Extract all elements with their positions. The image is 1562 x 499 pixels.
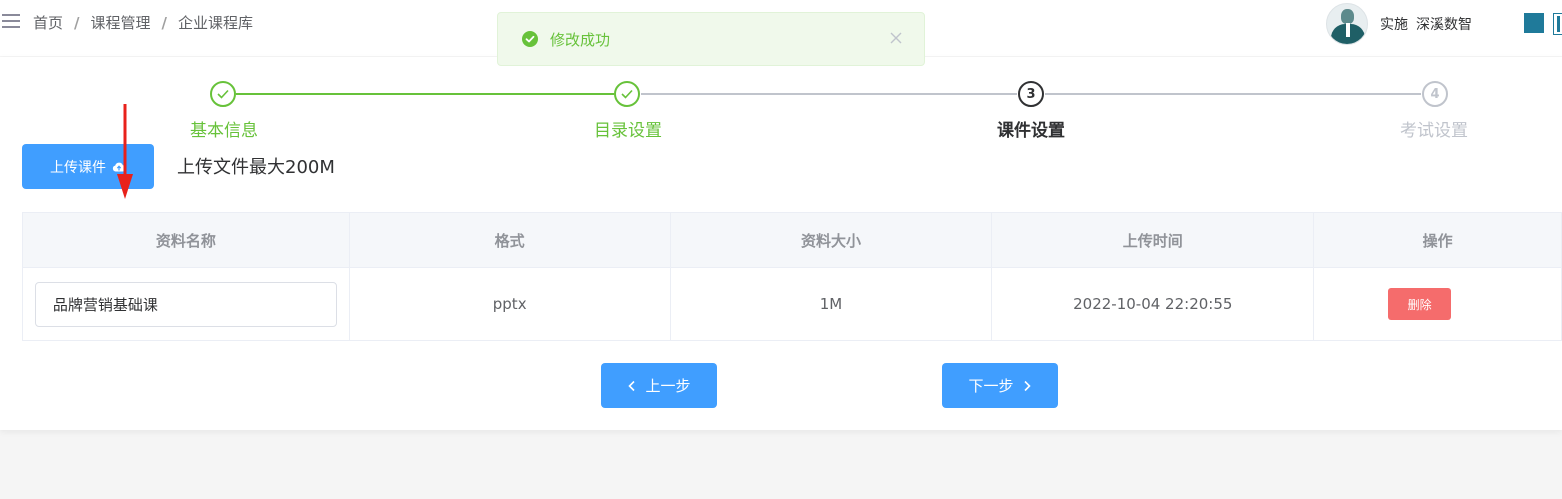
step-connector: [236, 93, 614, 95]
step-3-icon: 3: [1018, 81, 1044, 107]
step-connector: [641, 93, 1017, 95]
menu-icon[interactable]: [2, 14, 20, 30]
table-row: pptx 1M 2022-10-04 22:20:55 删除: [23, 268, 1562, 341]
prev-step-label: 上一步: [645, 377, 691, 395]
breadcrumb-separator: /: [161, 13, 167, 32]
fullscreen-icon[interactable]: [1553, 13, 1562, 35]
breadcrumb-separator: /: [74, 13, 80, 32]
step-1-icon: [210, 81, 236, 107]
step-1-title: 基本信息: [190, 121, 258, 141]
breadcrumb: 首页 / 课程管理 / 企业课程库: [33, 12, 253, 33]
step-connector: [1045, 93, 1421, 95]
step-3-title: 课件设置: [997, 121, 1065, 141]
table-header-row: 资料名称 格式 资料大小 上传时间 操作: [23, 213, 1562, 268]
cell-size: 1M: [670, 268, 993, 341]
close-icon[interactable]: [888, 30, 904, 46]
column-header-upload-time: 上传时间: [992, 213, 1315, 268]
toast-message: 修改成功: [550, 30, 611, 49]
next-step-label: 下一步: [968, 377, 1014, 395]
check-circle-icon: [522, 31, 538, 47]
column-header-format: 格式: [349, 213, 671, 268]
next-step-button[interactable]: 下一步: [942, 363, 1058, 408]
user-name: 实施: [1380, 17, 1408, 33]
cell-name: [23, 268, 350, 341]
step-2-title: 目录设置: [594, 121, 662, 141]
step-4-title: 考试设置: [1400, 121, 1468, 141]
prev-step-button[interactable]: 上一步: [601, 363, 717, 408]
upload-size-hint: 上传文件最大200M: [177, 157, 335, 178]
step-4-icon: 4: [1422, 81, 1448, 107]
success-toast: 修改成功: [497, 12, 925, 66]
course-edit-card: 基本信息 目录设置 3 课件设置 4 考试设置 上传课件 上传文件最大200M …: [0, 57, 1562, 430]
user-org: 深溪数智: [1416, 17, 1472, 33]
theme-toggle-icon[interactable]: [1524, 13, 1544, 33]
step-2-icon: [614, 81, 640, 107]
chevron-right-icon: [1023, 380, 1031, 391]
material-name-input[interactable]: [34, 281, 337, 327]
cell-format: pptx: [349, 268, 671, 341]
column-header-size: 资料大小: [670, 213, 993, 268]
cell-upload-time: 2022-10-04 22:20:55: [992, 268, 1315, 341]
breadcrumb-item-course-management[interactable]: 课程管理: [91, 12, 151, 33]
upload-button-label: 上传课件: [50, 159, 106, 176]
cell-actions: 删除: [1314, 268, 1562, 341]
chevron-left-icon: [628, 380, 636, 391]
avatar[interactable]: [1326, 3, 1368, 45]
column-header-name: 资料名称: [23, 213, 350, 268]
annotation-arrow-icon: [117, 104, 133, 199]
delete-button[interactable]: 删除: [1388, 288, 1452, 320]
breadcrumb-item-course-library: 企业课程库: [178, 14, 254, 32]
breadcrumb-item-home[interactable]: 首页: [33, 12, 63, 33]
courseware-table: 资料名称 格式 资料大小 上传时间 操作 pptx 1M 2022-10-04 …: [22, 212, 1562, 341]
column-header-actions: 操作: [1314, 213, 1562, 268]
user-menu[interactable]: 实施 深溪数智: [1326, 3, 1472, 45]
